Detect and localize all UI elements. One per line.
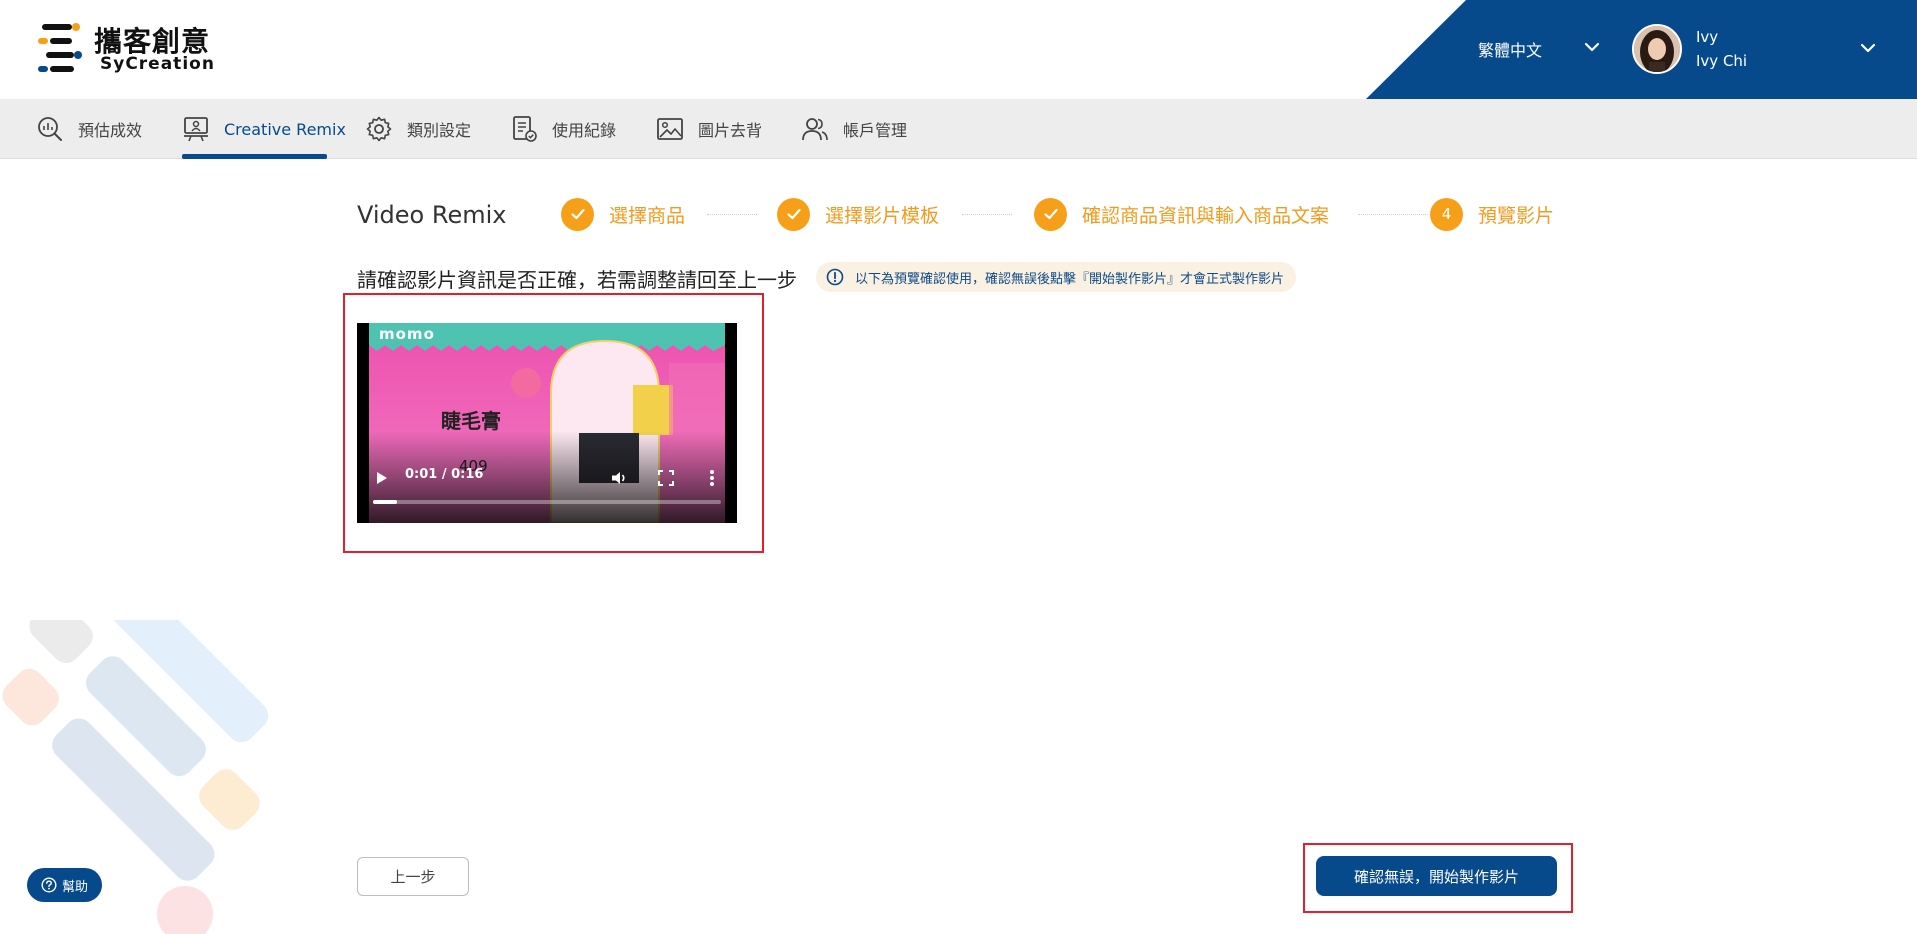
step-select-product: 選擇商品: [561, 197, 685, 231]
nav-item-creative-remix[interactable]: Creative Remix: [182, 99, 346, 159]
nav-label: Creative Remix: [224, 119, 346, 139]
image-icon: [657, 118, 683, 140]
step-connector: [1358, 214, 1428, 215]
start-video-production-button[interactable]: 確認無誤，開始製作影片: [1316, 856, 1557, 896]
nav-item-estimate[interactable]: 預估成效: [36, 99, 142, 159]
nav-label: 帳戶管理: [843, 121, 908, 140]
video-progress-fill: [373, 500, 398, 504]
video-player[interactable]: momo 睫毛膏 409 0:01 / 0:16: [357, 323, 737, 523]
step-connector: [962, 214, 1012, 215]
step-label: 選擇影片模板: [825, 204, 940, 227]
check-icon: [1034, 197, 1067, 231]
user-short-name: Ivy: [1696, 28, 1719, 46]
help-label: 幫助: [61, 879, 88, 895]
video-progress-bar[interactable]: [373, 500, 721, 504]
nav-label: 圖片去背: [698, 121, 763, 140]
nav-item-category-settings[interactable]: 類別設定: [365, 99, 471, 159]
video-time-display: 0:01 / 0:16: [405, 467, 484, 482]
presentation-icon: [184, 117, 208, 142]
preview-notice: 以下為預覽確認使用，確認無誤後點擊『開始製作影片』才會正式製作影片: [816, 262, 1297, 292]
logo-mark-icon: [38, 23, 82, 72]
nav-label: 使用紀錄: [552, 121, 617, 140]
users-icon: [802, 118, 828, 141]
video-product-text: 睫毛膏: [441, 409, 501, 433]
volume-icon[interactable]: [610, 469, 628, 487]
chevron-down-icon[interactable]: [1582, 37, 1602, 57]
log-icon: [513, 116, 537, 142]
top-header: 攜客創意 SyCreation 繁體中文 Ivy Ivy Chi: [0, 0, 1917, 99]
logo-name-en: SyCreation: [100, 54, 215, 74]
step-label: 選擇商品: [609, 204, 686, 227]
main-nav: 預估成效 Creative Remix 類別設定 使用紀錄 圖片去背 帳戶管理: [0, 99, 1917, 159]
confirm-instruction: 請確認影片資訊是否正確，若需調整請回至上一步: [357, 268, 797, 292]
user-full-name: Ivy Chi: [1696, 52, 1748, 70]
prev-step-button[interactable]: 上一步: [357, 857, 469, 896]
nav-item-background-removal[interactable]: 圖片去背: [656, 99, 762, 159]
more-options-icon[interactable]: [709, 469, 715, 487]
step-label: 確認商品資訊與輸入商品文案: [1082, 204, 1330, 227]
info-icon: [826, 268, 844, 286]
page-title: Video Remix: [357, 201, 507, 229]
nav-item-usage-log[interactable]: 使用紀錄: [510, 99, 616, 159]
step-label: 預覽影片: [1478, 204, 1555, 227]
video-brand-overlay: momo: [379, 325, 435, 343]
chevron-down-icon[interactable]: [1858, 38, 1878, 58]
play-icon[interactable]: [376, 471, 388, 485]
nav-item-account-management[interactable]: 帳戶管理: [801, 99, 907, 159]
notice-text: 以下為預覽確認使用，確認無誤後點擊『開始製作影片』才會正式製作影片: [855, 271, 1285, 287]
avatar-photo-icon: [1634, 26, 1680, 72]
nav-active-indicator: [182, 154, 327, 159]
nav-label: 類別設定: [407, 121, 472, 140]
step-preview-video: 4 預覽影片: [1430, 197, 1554, 231]
avatar[interactable]: [1632, 24, 1682, 74]
step-connector: [707, 214, 757, 215]
help-button[interactable]: 幫助: [27, 868, 102, 902]
question-icon: [41, 877, 57, 893]
gear-icon: [366, 116, 392, 142]
language-selector[interactable]: 繁體中文: [1478, 37, 1542, 61]
check-icon: [777, 197, 810, 231]
sycreation-logo[interactable]: 攜客創意 SyCreation: [36, 20, 236, 78]
step-number: 4: [1430, 197, 1463, 231]
check-icon: [561, 197, 594, 231]
nav-label: 預估成效: [78, 121, 143, 140]
fullscreen-icon[interactable]: [658, 470, 674, 486]
analytics-search-icon: [38, 117, 62, 141]
step-confirm-product-info: 確認商品資訊與輸入商品文案: [1034, 197, 1329, 231]
step-select-template: 選擇影片模板: [777, 197, 939, 231]
